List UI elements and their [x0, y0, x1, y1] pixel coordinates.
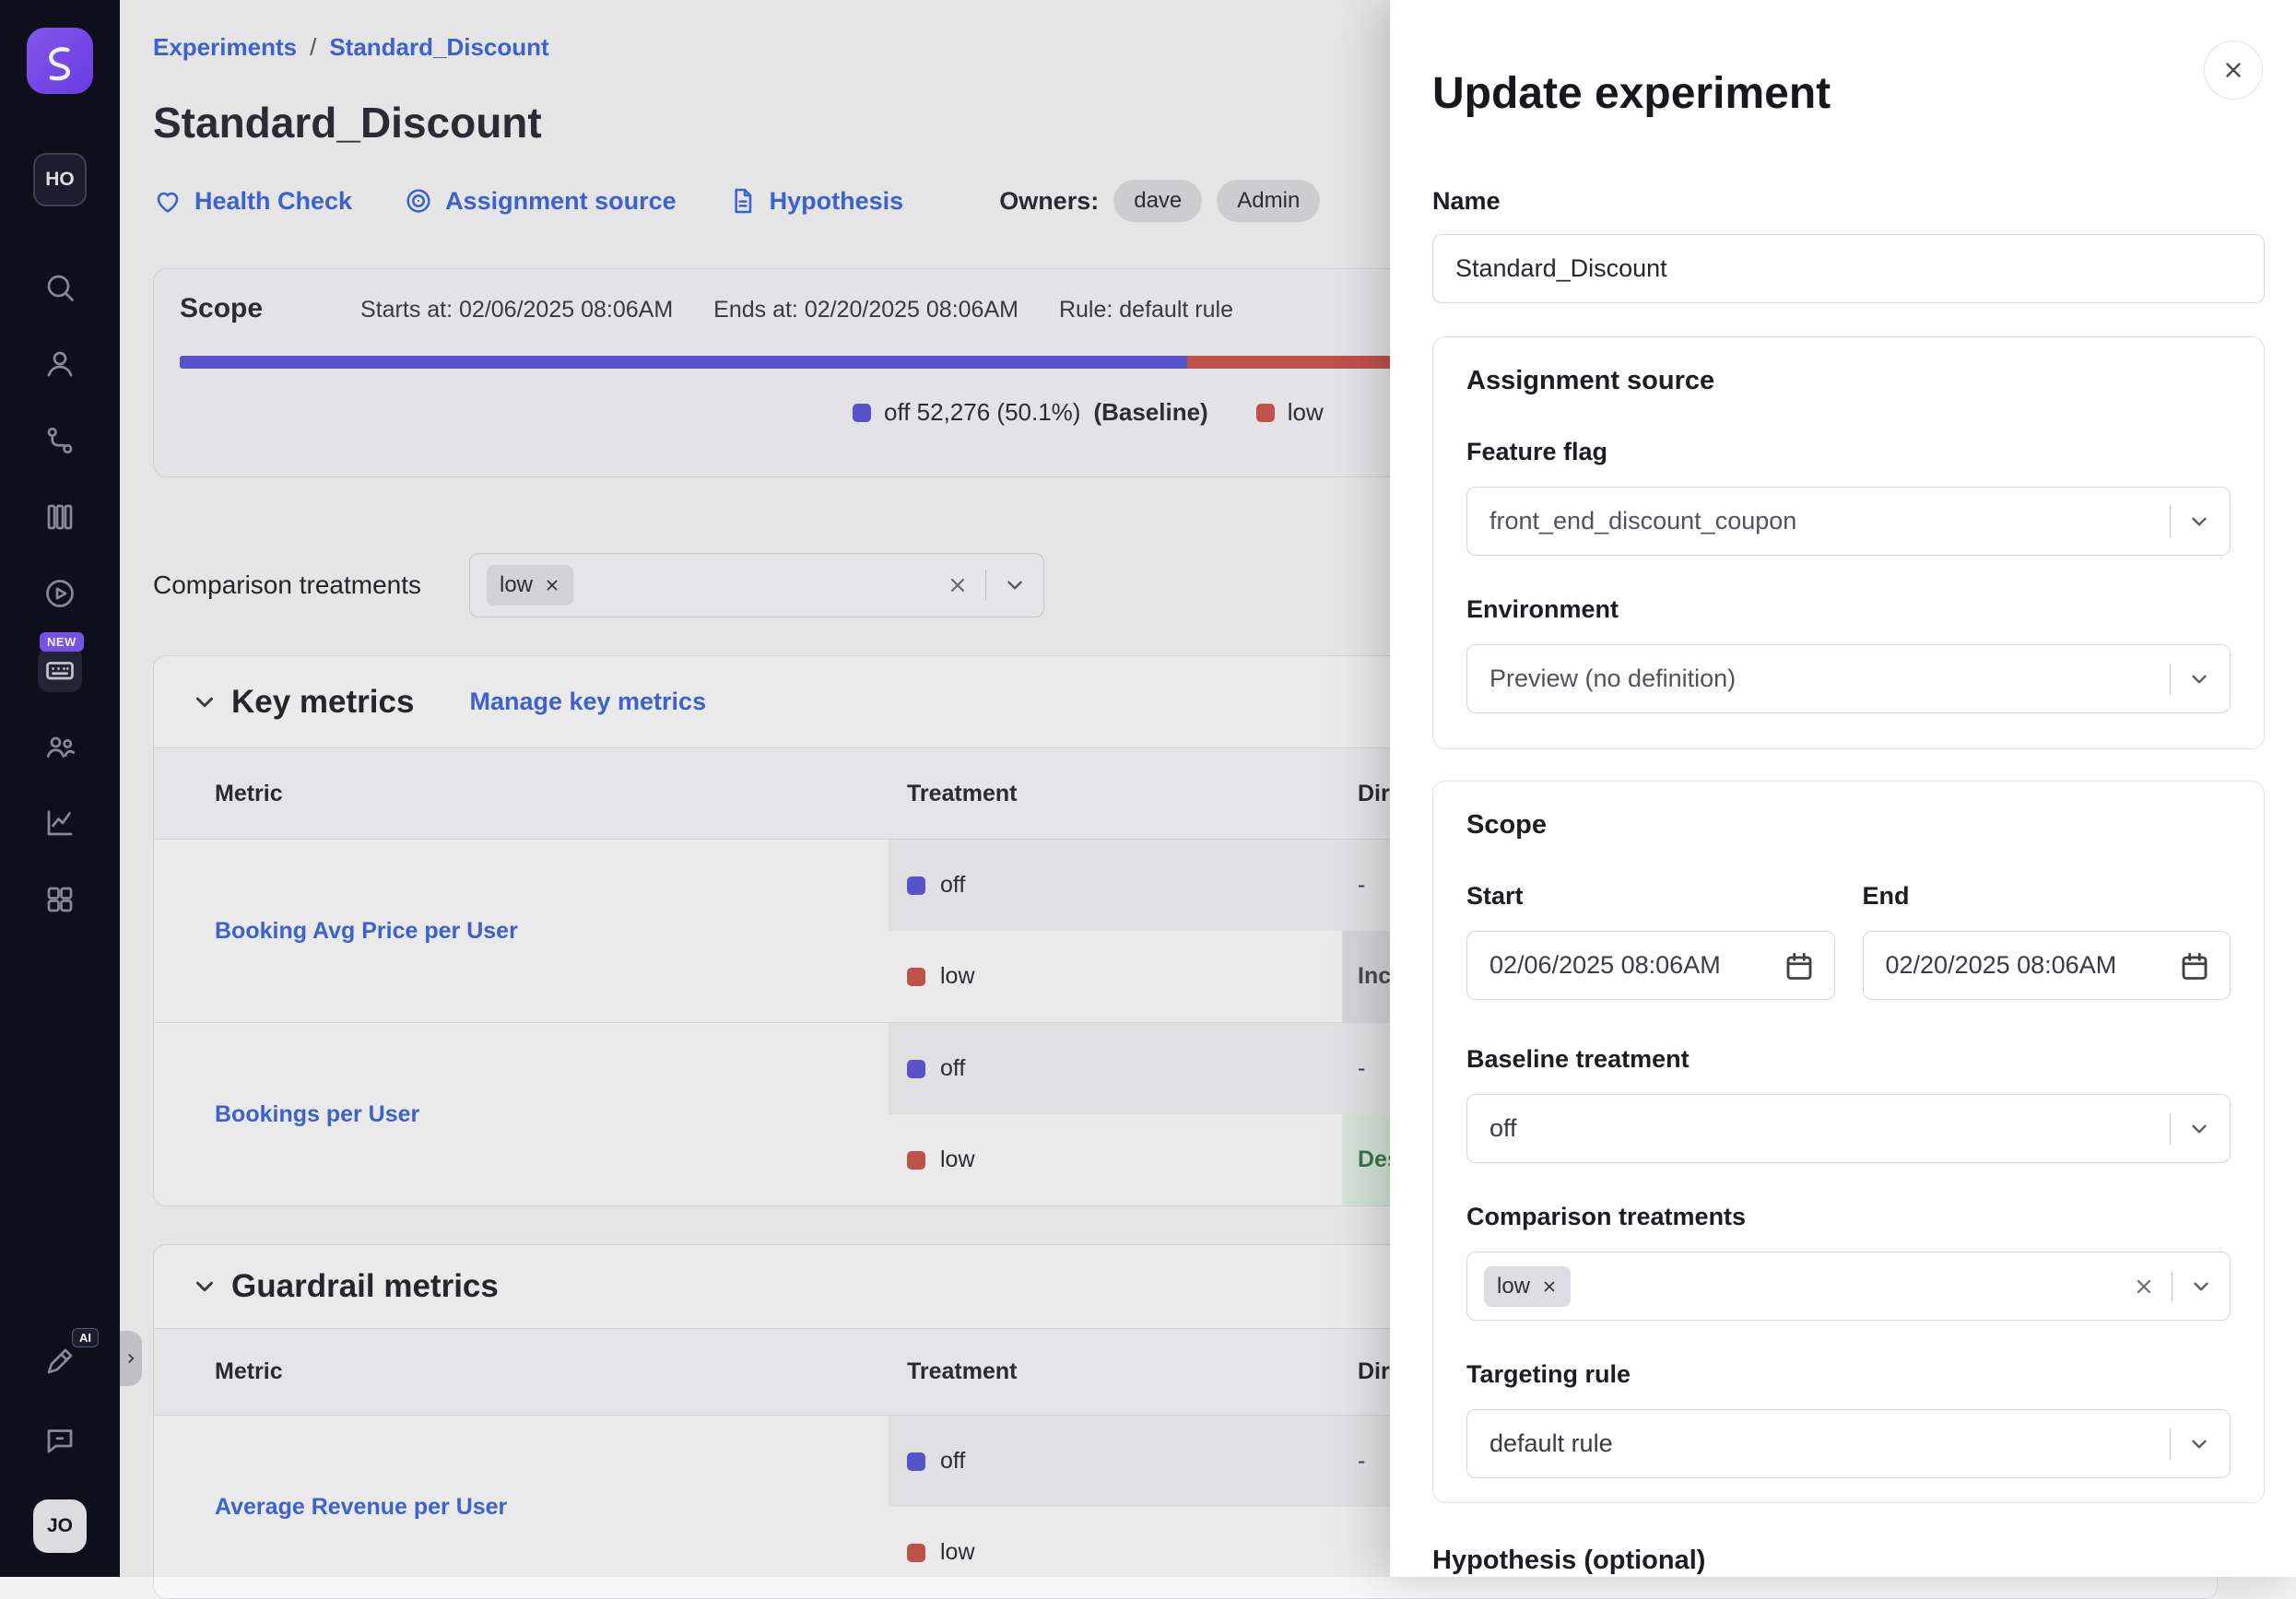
comparison-treatments-label: Comparison treatments	[1466, 1202, 2231, 1231]
name-input[interactable]	[1432, 234, 2265, 303]
feature-flag-value: front_end_discount_coupon	[1489, 507, 2170, 535]
clear-selection-icon[interactable]	[2133, 1276, 2155, 1298]
start-datetime-input[interactable]: 02/06/2025 08:06AM	[1466, 931, 1835, 1000]
chevron-down-icon[interactable]	[2187, 1432, 2211, 1456]
baseline-treatment-value: off	[1489, 1114, 2170, 1143]
treatment-chip-low[interactable]: low	[1484, 1266, 1571, 1307]
environment-label: Environment	[1466, 594, 2231, 624]
start-value: 02/06/2025 08:06AM	[1489, 951, 1783, 980]
end-label: End	[1863, 881, 2231, 911]
calendar-icon[interactable]	[1783, 949, 1816, 982]
scope-card: Scope Start 02/06/2025 08:06AM End 02/20…	[1432, 781, 2265, 1503]
name-label: Name	[1432, 186, 2265, 216]
close-drawer-button[interactable]	[2204, 41, 2263, 100]
drawer-title: Update experiment	[1432, 68, 2265, 120]
scope-title: Scope	[1466, 809, 2231, 841]
assignment-source-title: Assignment source	[1466, 365, 2231, 396]
end-value: 02/20/2025 08:06AM	[1886, 951, 2179, 980]
divider	[2170, 664, 2171, 695]
chip-remove-icon[interactable]	[1541, 1278, 1558, 1295]
divider	[2170, 1429, 2171, 1460]
feature-flag-select[interactable]: front_end_discount_coupon	[1466, 487, 2231, 556]
hypothesis-label: Hypothesis (optional)	[1432, 1546, 2265, 1575]
environment-select[interactable]: Preview (no definition)	[1466, 644, 2231, 713]
calendar-icon[interactable]	[2178, 949, 2211, 982]
start-label: Start	[1466, 881, 1835, 911]
chevron-down-icon[interactable]	[2189, 1275, 2213, 1299]
chevron-down-icon[interactable]	[2187, 1117, 2211, 1141]
chevron-down-icon[interactable]	[2187, 510, 2211, 534]
comparison-treatments-multiselect[interactable]: low	[1466, 1252, 2231, 1321]
divider	[2170, 1113, 2171, 1145]
baseline-treatment-select[interactable]: off	[1466, 1094, 2231, 1163]
targeting-rule-select[interactable]: default rule	[1466, 1409, 2231, 1478]
baseline-treatment-label: Baseline treatment	[1466, 1044, 2231, 1074]
chevron-down-icon[interactable]	[2187, 667, 2211, 691]
update-experiment-drawer: Update experiment Name Assignment source…	[1390, 0, 2296, 1577]
chip-label: low	[1497, 1274, 1530, 1299]
divider	[2170, 506, 2171, 537]
end-datetime-input[interactable]: 02/20/2025 08:06AM	[1863, 931, 2231, 1000]
environment-value: Preview (no definition)	[1489, 664, 2170, 693]
targeting-rule-label: Targeting rule	[1466, 1359, 2231, 1389]
assignment-source-card: Assignment source Feature flag front_end…	[1432, 336, 2265, 749]
targeting-rule-value: default rule	[1489, 1429, 2170, 1458]
feature-flag-label: Feature flag	[1466, 437, 2231, 466]
close-icon	[2221, 58, 2245, 82]
